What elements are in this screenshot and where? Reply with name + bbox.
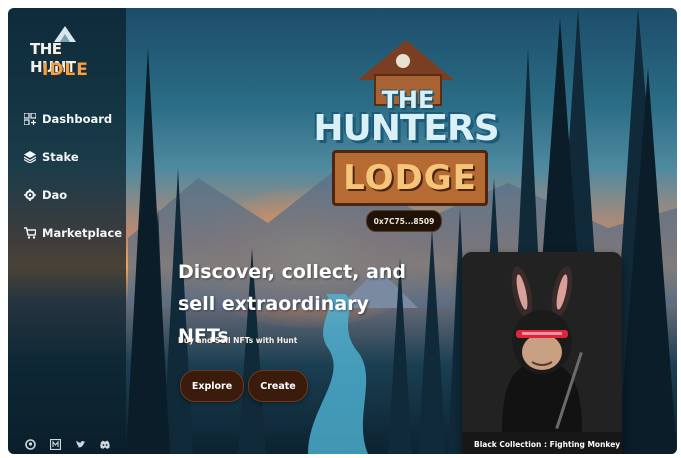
sidebar-nav: Dashboard Stake Dao Marketplace <box>24 108 122 260</box>
sidebar-item-stake[interactable]: Stake <box>24 146 122 168</box>
sidebar-item-label: Stake <box>42 150 79 164</box>
dashboard-icon <box>24 113 36 125</box>
cart-icon <box>24 227 36 239</box>
sidebar-item-dao[interactable]: Dao <box>24 184 122 206</box>
explore-button[interactable]: Explore <box>180 370 244 402</box>
app-frame: THE HUNT IDLE Dashboard Stake Dao Market… <box>8 8 677 454</box>
skull-icon <box>396 54 410 68</box>
nft-image <box>462 252 622 432</box>
brand-line2: IDLE <box>42 60 89 80</box>
social-links <box>24 438 111 450</box>
sidebar-item-dashboard[interactable]: Dashboard <box>24 108 122 130</box>
hunters-lodge-logo: THE HUNTERS LODGE <box>304 40 504 206</box>
featured-nft-card[interactable]: Black Collection : Fighting Monkey <box>462 252 622 454</box>
layers-icon <box>24 151 36 163</box>
brand-logo[interactable]: THE HUNT IDLE <box>30 26 104 86</box>
create-button[interactable]: Create <box>248 370 308 402</box>
twitter-icon[interactable] <box>74 438 86 450</box>
hero-subtitle: Buy and Sell NFTs with Hunt <box>178 336 298 345</box>
logo-lodge: LODGE <box>332 150 488 206</box>
discord-icon[interactable] <box>99 438 111 450</box>
wallet-address-button[interactable]: 0x7C75...8509 <box>366 210 442 232</box>
medium-icon[interactable] <box>49 438 61 450</box>
logo-hunters: HUNTERS <box>313 108 499 149</box>
sidebar-item-marketplace[interactable]: Marketplace <box>24 222 122 244</box>
sidebar-item-label: Marketplace <box>42 226 123 240</box>
sidebar: THE HUNT IDLE Dashboard Stake Dao Market… <box>8 8 126 454</box>
sidebar-item-label: Dao <box>42 188 68 202</box>
sidebar-item-label: Dashboard <box>42 112 113 126</box>
nft-caption: Black Collection : Fighting Monkey <box>474 440 621 449</box>
gear-icon <box>24 189 36 201</box>
github-icon[interactable] <box>24 438 36 450</box>
